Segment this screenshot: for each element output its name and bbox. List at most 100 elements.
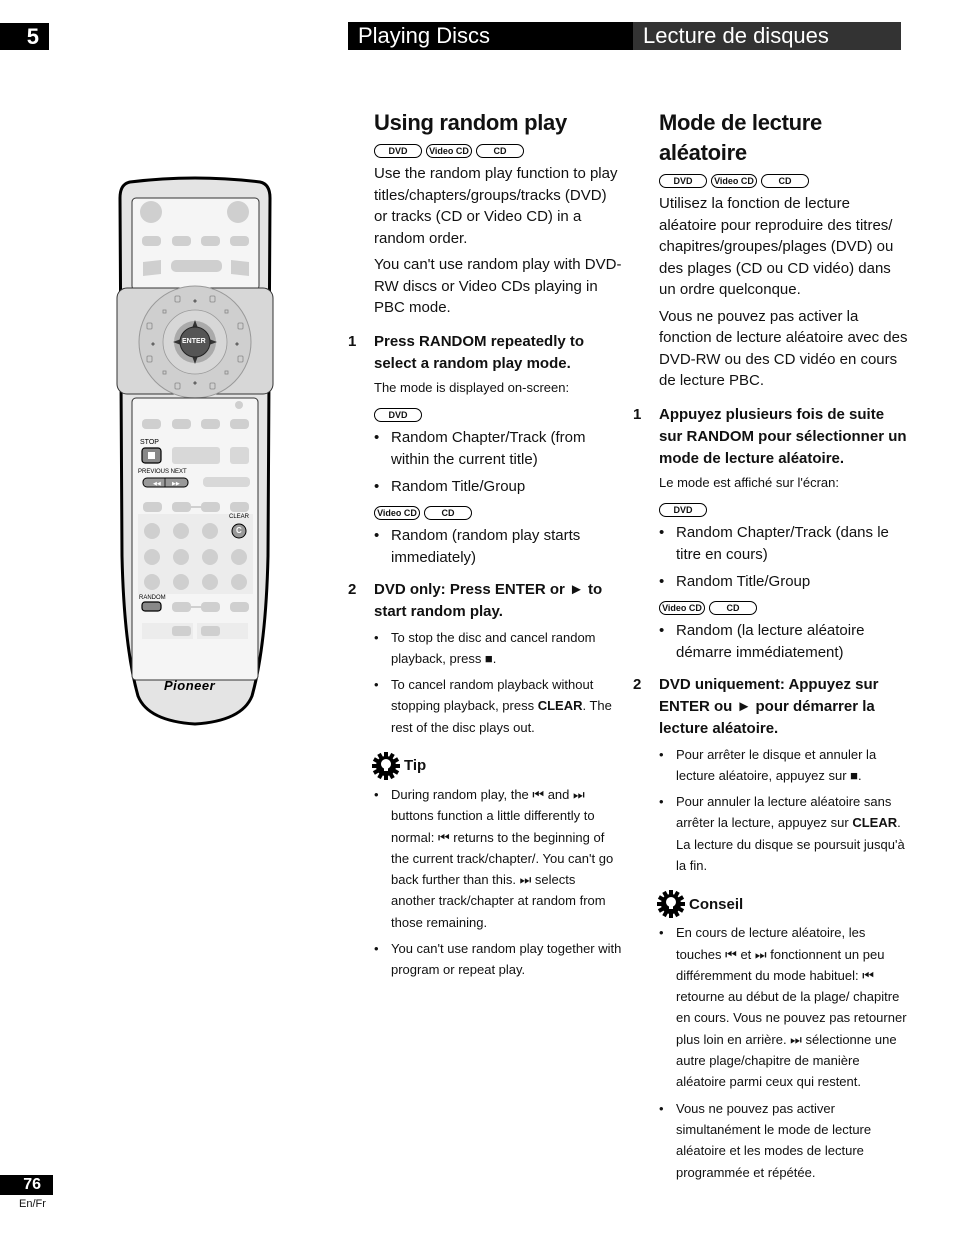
language-label: En/Fr	[19, 1198, 46, 1210]
badge-dvd: DVD	[659, 174, 707, 188]
random-button	[141, 601, 162, 612]
previous-next-label: PREVIOUS NEXT	[138, 469, 187, 475]
enter-label: ENTER	[182, 338, 206, 345]
intro-paragraph: Utilisez la fonction de lecture aléatoir…	[659, 195, 894, 298]
tip-list: During random play, the ⏮ and ⏭ buttons …	[374, 784, 622, 981]
badge-cd: CD	[424, 505, 472, 520]
list-item: Random Title/Group	[374, 476, 622, 498]
step-title: DVD only: Press ENTER or ► to start rand…	[374, 580, 603, 620]
badge-video-cd: Video CD	[374, 505, 420, 520]
list-item: During random play, the ⏮ and ⏭ buttons …	[374, 784, 622, 933]
clear-key: CLEAR	[852, 815, 898, 831]
brand-logo: Pioneer	[164, 678, 216, 693]
list-item: Random Title/Group	[659, 571, 909, 593]
indicator-led	[235, 401, 243, 409]
panel-button	[172, 602, 191, 612]
disc-badges: Video CD CD	[374, 505, 622, 520]
list-item: Random (la lecture aléatoire démarre imm…	[659, 620, 909, 664]
step-subtext: The mode is displayed on-screen:	[374, 379, 570, 395]
panel-button	[172, 626, 191, 636]
panel-button	[230, 447, 249, 464]
step-1: 1 Press RANDOM repeatedly to select a ra…	[348, 331, 622, 569]
list-item: Random Chapter/Track (from within the cu…	[374, 427, 622, 471]
vcd-mode-list: Random (la lecture aléatoire démarre imm…	[659, 620, 909, 664]
clear-label: CLEAR	[229, 514, 250, 520]
list-item: Pour arrêter le disque et annuler la lec…	[659, 744, 909, 787]
step-subtext: Le mode est affiché sur l'écran:	[659, 474, 840, 490]
panel-button	[201, 419, 220, 429]
step-number: 1	[633, 405, 642, 423]
top-right-round-button	[227, 201, 249, 223]
list-item: Random Chapter/Track (dans le titre en c…	[659, 522, 909, 566]
dvd-mode-list: Random Chapter/Track (from within the cu…	[374, 427, 622, 498]
list-item: Pour annuler la lecture aléatoire sans a…	[659, 791, 909, 876]
panel-button	[201, 602, 220, 612]
tip-list: En cours de lecture aléatoire, les touch…	[659, 922, 909, 1183]
step-2: 2 DVD only: Press ENTER or ► to start ra…	[348, 579, 622, 738]
section-title: Using random play	[374, 110, 567, 135]
clear-glyph: C	[236, 526, 242, 535]
badge-cd: CD	[476, 144, 524, 158]
disc-badges: DVD Video CD CD	[659, 174, 909, 188]
top-button	[231, 260, 249, 276]
random-label: RANDOM	[139, 595, 166, 601]
badge-cd: CD	[761, 174, 809, 188]
panel-button	[172, 447, 220, 464]
top-left-round-button	[140, 201, 162, 223]
list-item: To stop the disc and cancel random playb…	[374, 627, 622, 670]
list-item: To cancel random playback without stoppi…	[374, 674, 622, 738]
next-icon: ▶▶	[172, 481, 180, 487]
previous-icon: ◀◀	[153, 481, 161, 487]
top-button	[143, 260, 161, 276]
dvd-mode-list: Random Chapter/Track (dans le titre en c…	[659, 522, 909, 593]
panel-button	[203, 477, 250, 487]
list-item: Random (random play starts immediately)	[374, 525, 622, 569]
vcd-mode-list: Random (random play starts immediately)	[374, 525, 622, 569]
badge-cd: CD	[709, 600, 757, 615]
top-button	[171, 260, 222, 272]
page-number: 76	[0, 1175, 53, 1195]
step-notes: Pour arrêter le disque et annuler la lec…	[659, 744, 909, 877]
section-header-french: Lecture de disques	[633, 22, 901, 50]
tip-label: Conseil	[689, 895, 744, 913]
previous-next-buttons	[142, 477, 189, 488]
panel-button	[142, 419, 161, 429]
step-title: Press RANDOM repeatedly to select a rand…	[374, 332, 585, 372]
panel-button	[201, 502, 220, 512]
tip-label: Tip	[404, 757, 427, 775]
badge-dvd: DVD	[374, 407, 422, 422]
step-title: Appuyez plusieurs fois de suite sur RAND…	[659, 405, 907, 467]
badge-dvd: DVD	[374, 144, 422, 158]
top-button	[201, 236, 220, 246]
tip-heading: Conseil	[657, 890, 909, 919]
top-button	[172, 236, 191, 246]
panel-button	[143, 502, 162, 512]
top-button	[230, 236, 249, 246]
lightbulb-icon	[372, 751, 400, 780]
list-item: En cours de lecture aléatoire, les touch…	[659, 922, 909, 1092]
panel-button	[230, 419, 249, 429]
stop-label: STOP	[140, 439, 159, 446]
remote-control-illustration: ◀◀ ▶▶	[116, 176, 274, 726]
badge-video-cd: Video CD	[426, 144, 472, 158]
step-1: 1 Appuyez plusieurs fois de suite sur RA…	[633, 404, 909, 664]
list-item: You can't use random play together with …	[374, 938, 622, 981]
french-column: Mode de lecture aléatoire DVD Video CD C…	[633, 108, 909, 1188]
step-notes: To stop the disc and cancel random playb…	[374, 627, 622, 738]
list-item: Vous ne pouvez pas activer simultanément…	[659, 1098, 909, 1183]
step-number: 1	[348, 332, 357, 350]
step-title: DVD uniquement: Appuyez sur ENTER ou ► p…	[659, 675, 879, 737]
disc-badges: DVD	[659, 502, 909, 517]
top-button	[142, 236, 161, 246]
lightbulb-icon	[657, 890, 685, 919]
disc-badges: DVD	[374, 407, 622, 422]
step-2: 2 DVD uniquement: Appuyez sur ENTER ou ►…	[633, 674, 909, 877]
intro-paragraph: Use the random play function to play tit…	[374, 165, 618, 247]
panel-button	[201, 626, 220, 636]
badge-video-cd: Video CD	[711, 174, 757, 188]
badge-dvd: DVD	[659, 502, 707, 517]
panel-button	[172, 502, 191, 512]
stop-icon	[148, 452, 155, 459]
step-number: 2	[348, 580, 357, 598]
clear-key: CLEAR	[537, 698, 583, 714]
